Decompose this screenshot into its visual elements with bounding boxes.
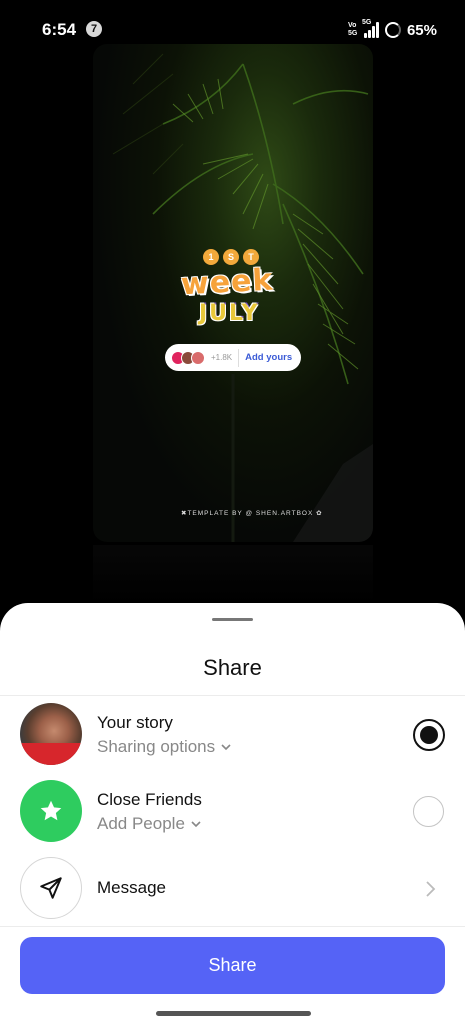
system-navigation-bar: [0, 1004, 465, 1024]
story-preview-reflection: [93, 545, 373, 605]
volte-icon: Vo 5G: [347, 22, 358, 37]
sheet-divider-bottom: [0, 926, 465, 927]
send-icon: [40, 877, 62, 899]
home-gesture-handle[interactable]: [156, 1011, 311, 1016]
your-story-radio-selected[interactable]: [413, 719, 445, 751]
add-yours-label: Add yours: [245, 352, 293, 363]
status-icons: Vo 5G 5G 65%: [348, 19, 437, 41]
close-friends-option[interactable]: Close Friends Add People: [0, 780, 465, 846]
story-preview: 1 S T week JULY +1.8K Add yours ✖TEMPLAT…: [93, 44, 373, 542]
status-time: 6:54: [42, 20, 77, 39]
star-icon: [40, 800, 62, 821]
sticker-month: JULY: [199, 301, 260, 326]
chevron-right-icon: [426, 881, 436, 897]
battery-percentage: 65%: [406, 21, 437, 39]
network-type-label: 5G: [361, 19, 372, 26]
add-yours-sticker[interactable]: +1.8K Add yours: [165, 344, 301, 371]
your-story-title: Your story: [97, 713, 173, 732]
message-option[interactable]: Message: [0, 857, 465, 923]
close-friends-title: Close Friends: [97, 790, 202, 809]
share-button[interactable]: Share: [20, 937, 445, 994]
your-story-option[interactable]: Your story Sharing options: [0, 703, 465, 769]
sheet-drag-handle[interactable]: [212, 618, 253, 621]
add-yours-count: +1.8K: [211, 353, 233, 362]
add-people-link[interactable]: Add People: [97, 814, 203, 834]
sharing-options-link[interactable]: Sharing options: [97, 737, 233, 757]
avatar: [20, 703, 82, 765]
signal-icon: 5G: [361, 19, 379, 38]
chevron-down-icon: [191, 821, 201, 828]
message-title: Message: [97, 878, 166, 897]
sheet-title: Share: [203, 655, 262, 680]
week-sticker[interactable]: 1 S T week JULY: [171, 249, 295, 339]
sticker-number: 1 S T: [203, 249, 259, 265]
chevron-down-icon: [221, 744, 231, 751]
notification-count-badge: 7: [86, 21, 102, 37]
close-friends-avatar: [20, 780, 82, 842]
sticker-word: week: [180, 262, 275, 303]
message-avatar: [20, 857, 82, 919]
close-friends-radio[interactable]: [413, 796, 444, 827]
share-sheet: Share Your story Sharing options Close F…: [0, 603, 465, 1024]
template-credit: ✖TEMPLATE BY @ SHEN.ARTBOX ✿: [181, 510, 323, 517]
pill-divider: [238, 348, 240, 367]
sheet-divider: [0, 695, 465, 696]
battery-icon: [384, 22, 401, 38]
participant-avatars: [171, 350, 205, 365]
